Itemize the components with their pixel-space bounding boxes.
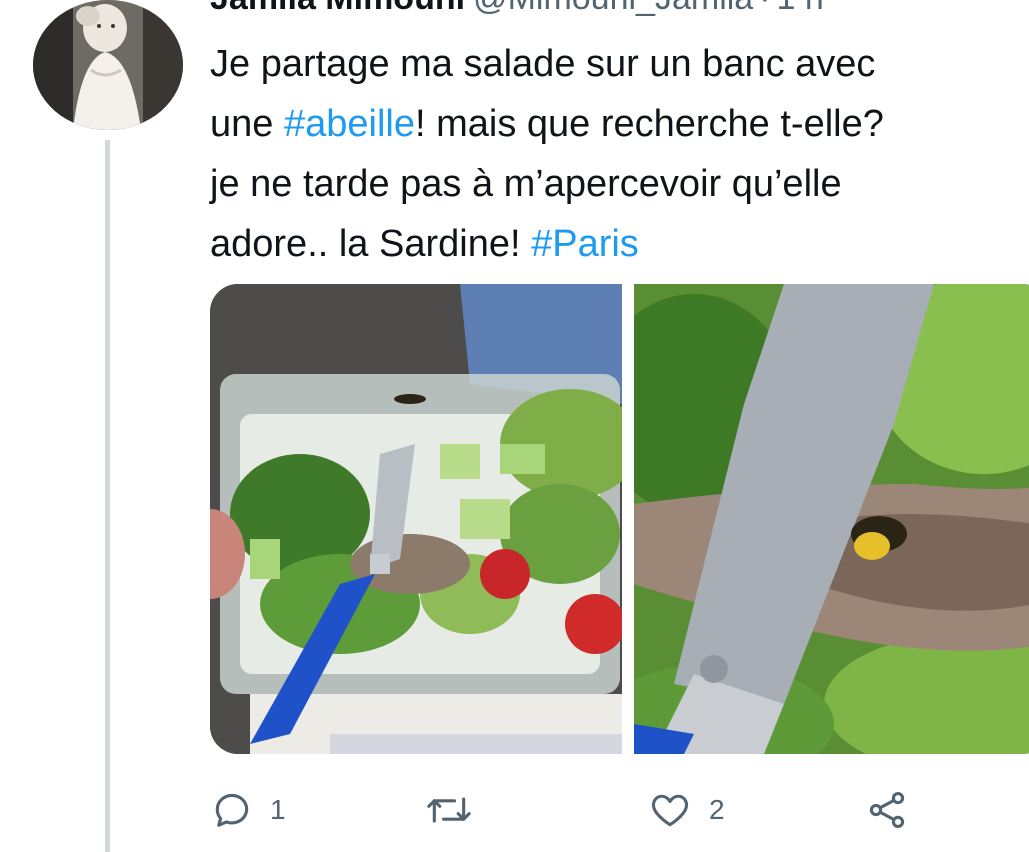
tweet-text: Je partage ma salade sur un banc avec un… xyxy=(210,34,1010,274)
user-handle[interactable]: @Mimouni_Jamila xyxy=(473,0,753,17)
tweet-header: Jamila Mimouni @Mimouni_Jamila · 1 h xyxy=(210,0,824,18)
reply-count: 1 xyxy=(270,794,286,825)
retweet-icon xyxy=(425,788,473,832)
avatar[interactable] xyxy=(33,0,183,130)
hashtag-paris-link[interactable]: #Paris xyxy=(531,223,639,265)
text-segment: adore.. la Sardine! xyxy=(210,223,532,265)
display-name[interactable]: Jamila Mimouni xyxy=(210,0,465,17)
text-segment: ! mais que recherche t-elle? xyxy=(414,103,884,145)
photo-salad-overview[interactable] xyxy=(210,284,622,754)
text-segment: une xyxy=(210,103,284,145)
tweet-text-line: une #abeille! mais que recherche t-elle? xyxy=(210,94,1010,154)
hashtag-abeille-link[interactable]: #abeille xyxy=(284,103,415,145)
tweet-text-line: Je partage ma salade sur un banc avec xyxy=(210,43,876,85)
action-bar: 1 2 xyxy=(210,780,1010,840)
tweet-text-line: je ne tarde pas à m’apercevoir qu’elle xyxy=(210,163,842,205)
heart-icon xyxy=(647,788,693,832)
like-button[interactable]: 2 xyxy=(647,780,725,840)
photo-wasp-closeup[interactable] xyxy=(634,284,1029,754)
reply-icon xyxy=(210,788,254,832)
share-button[interactable] xyxy=(865,780,909,840)
separator-dot: · xyxy=(759,0,770,17)
media-grid xyxy=(210,284,1029,754)
timestamp[interactable]: 1 h xyxy=(777,0,824,17)
tweet-text-line: adore.. la Sardine! #Paris xyxy=(210,214,1010,274)
share-icon xyxy=(865,788,909,832)
like-count: 2 xyxy=(709,794,725,825)
retweet-button[interactable] xyxy=(425,780,489,840)
reply-button[interactable]: 1 xyxy=(210,780,286,840)
thread-line xyxy=(105,140,110,852)
tweet[interactable]: Jamila Mimouni @Mimouni_Jamila · 1 h Je par… xyxy=(0,0,1029,852)
